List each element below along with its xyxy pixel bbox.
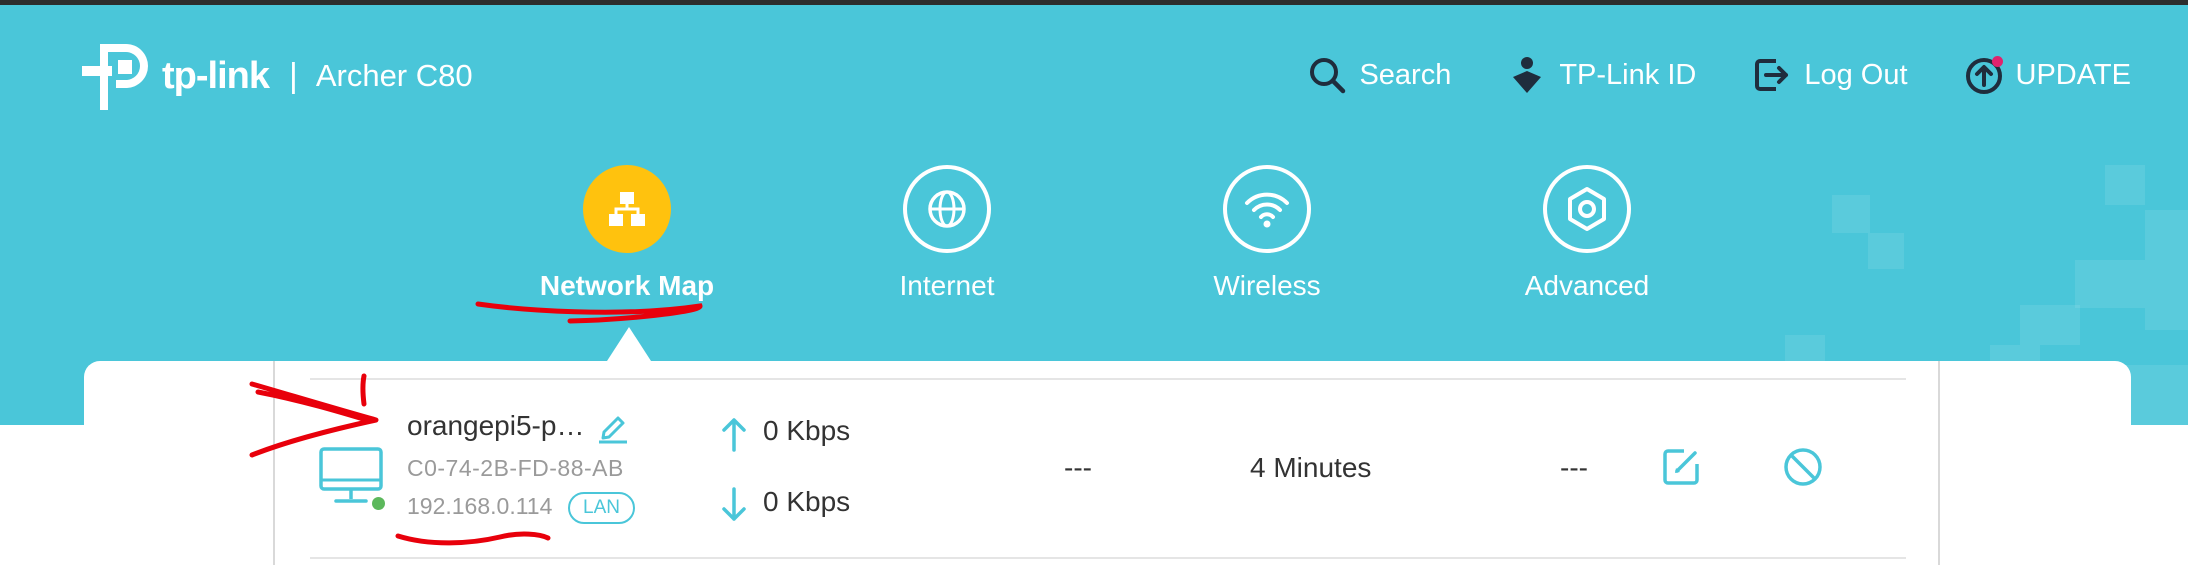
row-divider (310, 557, 1906, 559)
wifi-icon (1223, 165, 1311, 253)
gear-icon (1543, 165, 1631, 253)
nav-wireless[interactable]: Wireless (1167, 165, 1367, 302)
table-border-right (1938, 361, 1940, 565)
logout-label: Log Out (1804, 58, 1908, 91)
block-icon[interactable] (1782, 446, 1824, 488)
client-ip-address: 192.168.0.114 (407, 493, 553, 519)
client-field-empty: --- (1064, 452, 1092, 483)
brand-separator: | (288, 56, 298, 95)
nav-network-map[interactable]: Network Map (527, 165, 727, 302)
pencil-icon[interactable] (596, 410, 630, 444)
network-map-icon (583, 165, 671, 253)
arrow-up-icon (722, 418, 746, 452)
search-label: Search (1359, 58, 1452, 91)
arrow-down-icon (722, 487, 746, 521)
client-field-empty: --- (1560, 452, 1588, 483)
brand-logo[interactable]: tp-link | Archer C80 (82, 40, 473, 112)
logout-button[interactable]: Log Out (1752, 55, 1908, 95)
tp-link-id-button[interactable]: TP-Link ID (1507, 55, 1696, 95)
nav-network-map-label: Network Map (539, 270, 715, 301)
download-speed: 0 Kbps (763, 486, 851, 517)
logout-icon (1752, 55, 1792, 95)
row-divider (310, 378, 1906, 380)
search-button[interactable]: Search (1307, 55, 1451, 95)
update-notification-badge (1991, 56, 2003, 67)
upload-speed: 0 Kbps (763, 415, 851, 446)
client-name: orangepi5-p… (407, 410, 585, 441)
client-mac-address: C0-74-2B-FD-88-AB (407, 455, 624, 481)
tp-link-id-label: TP-Link ID (1559, 58, 1697, 91)
search-icon (1307, 55, 1347, 95)
user-id-icon (1507, 55, 1547, 95)
active-tab-pointer (607, 327, 651, 361)
update-label: UPDATE (2015, 58, 2131, 91)
nav-wireless-label: Wireless (1213, 270, 1321, 301)
nav-internet[interactable]: Internet (847, 165, 1047, 302)
nav-advanced[interactable]: Advanced (1487, 165, 1687, 302)
table-border-left (273, 361, 275, 565)
update-button[interactable]: UPDATE (1964, 55, 2131, 95)
update-icon (1964, 55, 2004, 95)
edit-icon[interactable] (1660, 446, 1702, 488)
online-status-dot (372, 497, 385, 510)
connection-duration: 4 Minutes (1250, 452, 1372, 483)
top-action-bar: Search TP-Link ID Log Out UPDATE (1251, 55, 2131, 95)
tp-link-logo-icon (82, 44, 148, 110)
brand-name: tp-link (162, 54, 270, 97)
router-model: Archer C80 (315, 58, 473, 93)
nav-advanced-label: Advanced (1524, 270, 1650, 301)
main-nav: Network Map Internet Wireless Advanced (0, 165, 2188, 315)
globe-icon (903, 165, 991, 253)
nav-internet-label: Internet (899, 270, 995, 301)
connection-type-badge: LAN (568, 492, 635, 524)
